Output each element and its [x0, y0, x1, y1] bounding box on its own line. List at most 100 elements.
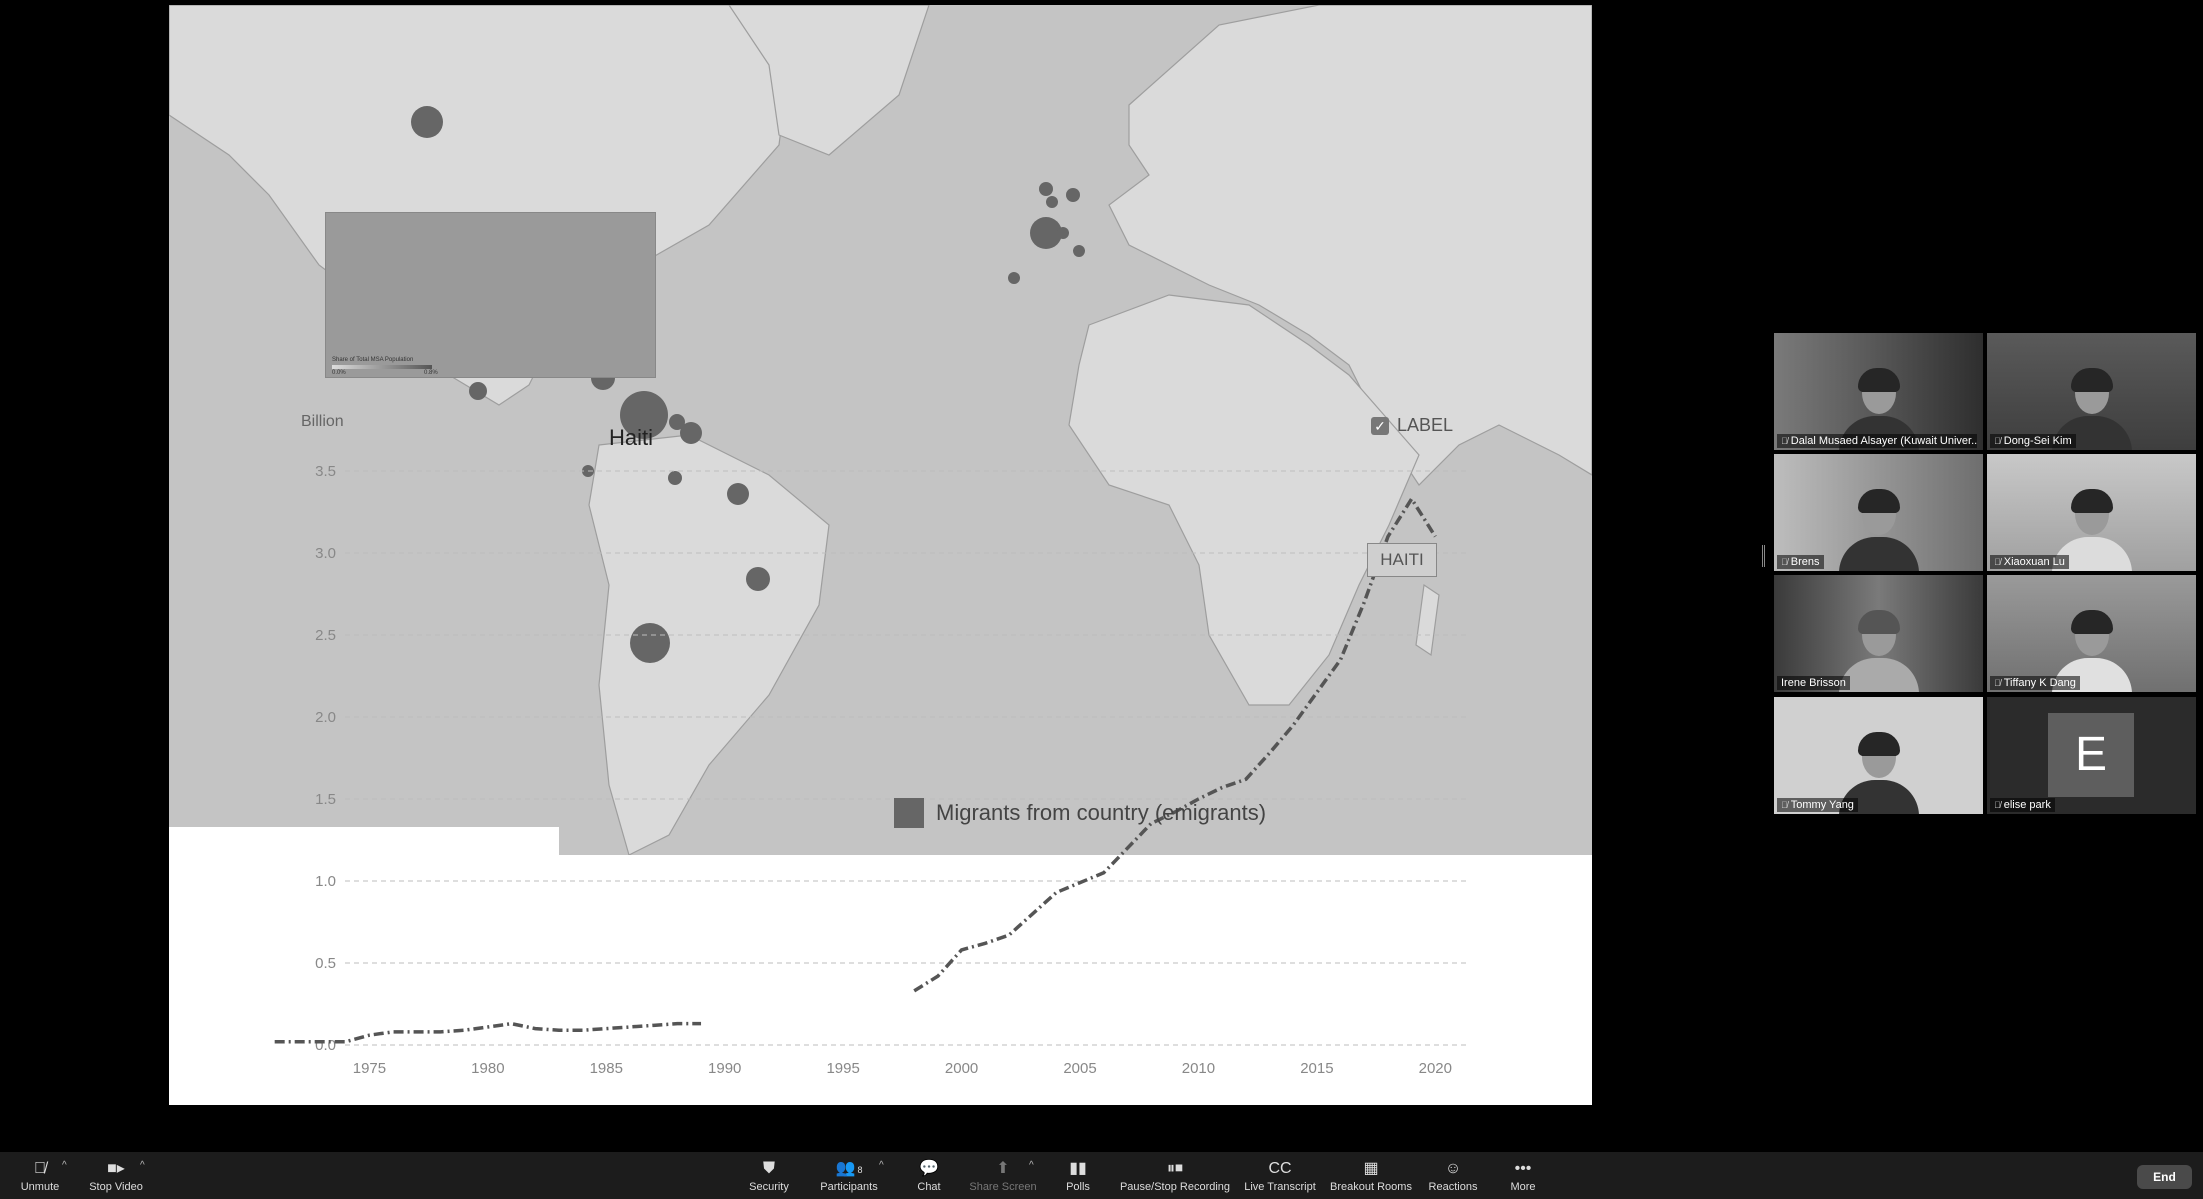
participant-name: Brens — [1790, 556, 1820, 568]
shared-slide: Share of Total MSA Population 0.0% 0.8% … — [169, 5, 1592, 1105]
series-line-segment — [274, 1021, 702, 1044]
participant-avatar: E — [2048, 713, 2134, 797]
participant-tile[interactable]: 🎙̸ Dalal Musaed Alsayer (Kuwait Univer... — [1774, 333, 1983, 450]
participant-tile[interactable]: 🎙̸ Tommy Yang — [1774, 697, 1983, 814]
label-toggle[interactable]: ✓ LABEL — [1371, 415, 1453, 436]
participants-count: 8 — [857, 1164, 863, 1175]
reactions-button[interactable]: ☺ Reactions — [1427, 1152, 1479, 1199]
share-screen-icon: ⬆ — [996, 1159, 1010, 1177]
mic-muted-icon: 🎙̸ — [1994, 557, 2001, 567]
x-tick-label: 2000 — [945, 1060, 978, 1077]
end-meeting-button[interactable]: End — [2137, 1165, 2192, 1189]
participant-name: Tommy Yang — [1790, 799, 1854, 811]
unmute-button[interactable]: 🎙̸ Unmute — [14, 1152, 66, 1199]
participant-name-tag: 🎙̸ Tommy Yang — [1777, 798, 1858, 812]
breakout-rooms-button[interactable]: ▦ Breakout Rooms — [1330, 1152, 1412, 1199]
x-tick-label: 1990 — [708, 1060, 741, 1077]
chat-button[interactable]: 💬 Chat — [910, 1152, 948, 1199]
y-tick-label: 3.0 — [315, 545, 336, 562]
audio-options-chevron-icon[interactable]: ^ — [62, 1160, 67, 1171]
gallery-resize-handle[interactable] — [1762, 545, 1765, 567]
x-tick-label: 2010 — [1182, 1060, 1215, 1077]
ellipsis-icon: ••• — [1514, 1159, 1532, 1177]
polls-label: Polls — [1066, 1180, 1090, 1193]
mic-muted-icon: 🎙̸ — [1994, 800, 2001, 810]
label-toggle-text: LABEL — [1397, 415, 1454, 435]
participant-name-tag: 🎙̸ Dong-Sei Kim — [1990, 434, 2076, 448]
closed-caption-icon: CC — [1268, 1159, 1292, 1177]
x-tick-label: 2015 — [1300, 1060, 1333, 1077]
live-transcript-button[interactable]: CC Live Transcript — [1242, 1152, 1318, 1199]
share-options-chevron-icon[interactable]: ^ — [1029, 1160, 1034, 1171]
polls-button[interactable]: ▮▮ Polls — [1063, 1152, 1093, 1199]
participant-name-tag: 🎙̸ Dalal Musaed Alsayer (Kuwait Univer... — [1777, 434, 1977, 448]
mic-muted-icon: 🎙̸ — [1781, 800, 1788, 810]
live-transcript-label: Live Transcript — [1244, 1180, 1316, 1193]
x-tick-label: 1985 — [590, 1060, 623, 1077]
y-tick-label: 0.0 — [315, 1037, 336, 1054]
security-button[interactable]: ⛊ Security — [745, 1152, 793, 1199]
stop-video-label: Stop Video — [89, 1180, 143, 1193]
participant-name: Dalal Musaed Alsayer (Kuwait Univer... — [1790, 435, 1977, 447]
smiley-plus-icon: ☺ — [1444, 1159, 1462, 1177]
share-screen-button[interactable]: ⬆ Share Screen — [968, 1152, 1038, 1199]
participant-tile[interactable]: 🎙̸ Xiaoxuan Lu — [1987, 454, 2196, 571]
y-tick-label: 1.5 — [315, 791, 336, 808]
legend-text: Migrants from country (emigrants) — [936, 800, 1267, 825]
series-line-segment — [913, 495, 1437, 993]
breakout-rooms-label: Breakout Rooms — [1330, 1180, 1412, 1193]
participant-tile-active-speaker[interactable]: Irene Brisson — [1774, 575, 1983, 692]
mic-muted-icon: 🎙̸ — [1781, 436, 1788, 446]
share-screen-label: Share Screen — [969, 1180, 1037, 1193]
grid-icon: ▦ — [1363, 1159, 1379, 1177]
pause-stop-recording-label: Pause/Stop Recording — [1119, 1180, 1231, 1193]
more-label: More — [1510, 1180, 1536, 1193]
participant-name: Dong-Sei Kim — [2003, 435, 2072, 447]
chat-bubble-icon: 💬 — [919, 1159, 939, 1177]
y-tick-label: 0.5 — [315, 955, 336, 972]
reactions-label: Reactions — [1428, 1180, 1478, 1193]
y-tick-label: 3.5 — [315, 463, 336, 480]
people-icon: 👥 8 — [835, 1159, 863, 1177]
participant-name-tag: 🎙̸ Tiffany K Dang — [1990, 676, 2080, 690]
participants-options-chevron-icon[interactable]: ^ — [879, 1160, 884, 1171]
participant-tile[interactable]: 🎙̸ Dong-Sei Kim — [1987, 333, 2196, 450]
participant-name-tag: 🎙̸ Xiaoxuan Lu — [1990, 555, 2069, 569]
x-tick-label: 2005 — [1063, 1060, 1096, 1077]
video-camera-icon: ■▸ — [107, 1159, 125, 1177]
participants-button[interactable]: 👥 8 Participants — [818, 1152, 880, 1199]
shared-screen: Share of Total MSA Population 0.0% 0.8% … — [0, 0, 1762, 1105]
label-checkbox-icon[interactable]: ✓ — [1371, 416, 1389, 435]
security-label: Security — [749, 1180, 789, 1193]
participant-video — [1834, 489, 1924, 571]
x-tick-label: 1995 — [826, 1060, 859, 1077]
participant-name: Irene Brisson — [1781, 677, 1846, 689]
pause-stop-recording-button[interactable]: ⏸⏹ Pause/Stop Recording — [1118, 1152, 1232, 1199]
participant-tile[interactable]: E 🎙̸ elise park — [1987, 697, 2196, 814]
participants-label: Participants — [820, 1180, 878, 1193]
x-tick-label: 1975 — [353, 1060, 386, 1077]
participant-tile[interactable]: 🎙̸ Tiffany K Dang — [1987, 575, 2196, 692]
shield-icon: ⛊ — [762, 1159, 775, 1177]
x-tick-label: 1980 — [471, 1060, 504, 1077]
stop-video-button[interactable]: ■▸ Stop Video — [86, 1152, 146, 1199]
pause-stop-icon: ⏸⏹ — [1166, 1159, 1183, 1177]
chart-legend: Migrants from country (emigrants) — [894, 798, 1266, 828]
series-tag: HAITI — [1367, 543, 1437, 577]
participant-name: Xiaoxuan Lu — [2003, 556, 2065, 568]
mic-muted-icon: 🎙̸ — [1781, 557, 1788, 567]
mic-muted-icon: 🎙̸ — [1994, 678, 2001, 688]
bar-chart-icon: ▮▮ — [1069, 1159, 1087, 1177]
participant-name-tag: 🎙̸ Brens — [1777, 555, 1824, 569]
unmute-label: Unmute — [20, 1180, 60, 1193]
more-button[interactable]: ••• More — [1505, 1152, 1541, 1199]
legend-swatch — [894, 798, 924, 828]
chat-label: Chat — [917, 1180, 941, 1193]
participant-name-tag: 🎙̸ elise park — [1990, 798, 2055, 812]
x-tick-label: 2020 — [1419, 1060, 1452, 1077]
video-options-chevron-icon[interactable]: ^ — [140, 1160, 145, 1171]
participant-name: elise park — [2003, 799, 2051, 811]
mic-muted-icon: 🎙̸ — [34, 1159, 46, 1177]
participant-tile[interactable]: 🎙̸ Brens — [1774, 454, 1983, 571]
y-tick-label: 2.5 — [315, 627, 336, 644]
